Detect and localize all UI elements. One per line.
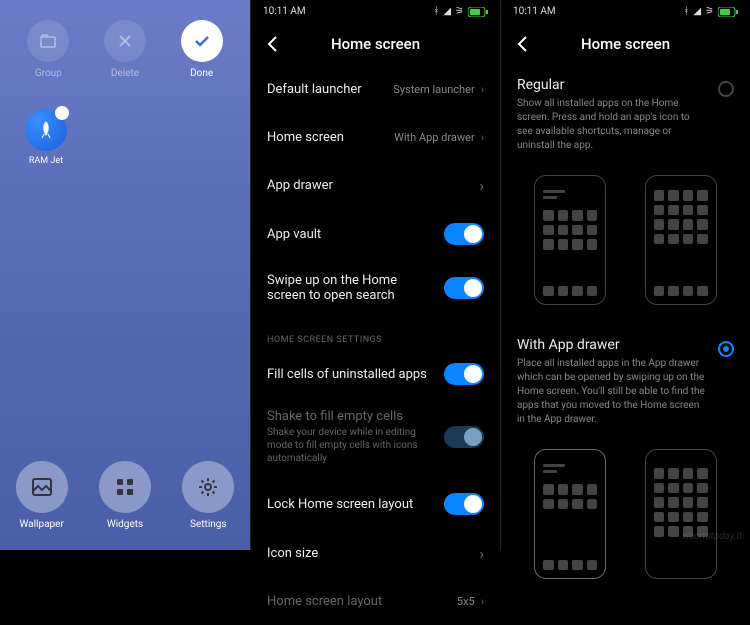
battery-icon — [718, 7, 738, 17]
bluetooth-icon: ᚼ — [433, 6, 439, 17]
back-button[interactable] — [516, 35, 528, 53]
radio-regular[interactable] — [718, 81, 734, 97]
row-lock-layout[interactable]: Lock Home screen layout — [251, 479, 500, 529]
drawer-previews — [501, 439, 750, 599]
section-heading: HOME SCREEN SETTINGS — [251, 317, 500, 349]
row-home-screen[interactable]: Home screen With App drawer› — [251, 113, 500, 161]
chevron-right-icon: › — [481, 595, 484, 608]
toggle-shake — [444, 426, 484, 448]
page-title: Home screen — [331, 35, 420, 53]
app-label: RAM Jet — [29, 156, 63, 166]
status-bar: 10:11 AM ᚼ ◢ ⚞ — [501, 0, 750, 23]
chevron-right-icon: › — [479, 544, 484, 563]
row-swipe-search[interactable]: Swipe up on the Home screen to open sear… — [251, 259, 500, 317]
delete-label: Delete — [111, 68, 139, 79]
settings-label: Settings — [190, 519, 227, 530]
status-time: 10:11 AM — [263, 6, 306, 17]
chevron-right-icon: › — [481, 83, 484, 96]
signal-icon: ◢ — [443, 6, 451, 17]
grid-icon — [115, 477, 135, 497]
done-label: Done — [190, 68, 213, 79]
settings-list-screen: 10:11 AM ᚼ ◢ ⚞ Home screen Default launc… — [250, 0, 500, 550]
row-shake: Shake to fill empty cells Shake your dev… — [251, 399, 500, 479]
radio-app-drawer[interactable] — [718, 341, 734, 357]
toggle-app-vault[interactable] — [444, 223, 484, 245]
wifi-icon: ⚞ — [705, 6, 714, 17]
row-icon-size[interactable]: Icon size › — [251, 529, 500, 577]
status-time: 10:11 AM — [513, 6, 556, 17]
option-app-drawer[interactable]: With App drawer Place all installed apps… — [501, 325, 750, 439]
app-badge-icon — [55, 106, 69, 120]
gear-icon — [197, 476, 219, 498]
home-edit-screen: Group Delete Done RAM Jet Wallpaper Widg… — [0, 0, 250, 550]
app-ramjet[interactable]: RAM Jet — [20, 109, 72, 166]
row-app-vault[interactable]: App vault — [251, 209, 500, 259]
header: Home screen — [501, 23, 750, 65]
status-bar: 10:11 AM ᚼ ◢ ⚞ — [251, 0, 500, 23]
watermark: xiaomitoday.it — [682, 531, 742, 542]
settings-action[interactable]: Settings — [182, 461, 234, 530]
row-app-drawer[interactable]: App drawer › — [251, 161, 500, 209]
wallpaper-action[interactable]: Wallpaper — [16, 461, 68, 530]
wallpaper-label: Wallpaper — [19, 519, 63, 530]
row-layout[interactable]: Home screen layout 5x5› — [251, 577, 500, 625]
toggle-fill-cells[interactable] — [444, 363, 484, 385]
chevron-right-icon: › — [481, 131, 484, 144]
page-title: Home screen — [581, 35, 670, 53]
widgets-label: Widgets — [107, 519, 143, 530]
group-action[interactable]: Group — [27, 20, 69, 79]
check-icon — [194, 34, 210, 48]
home-mode-screen: 10:11 AM ᚼ ◢ ⚞ Home screen Regular Show … — [500, 0, 750, 550]
preview-phone — [645, 175, 717, 305]
rocket-icon — [36, 120, 56, 140]
row-fill-cells[interactable]: Fill cells of uninstalled apps — [251, 349, 500, 399]
bottom-action-bar: Wallpaper Widgets Settings — [0, 461, 250, 530]
preview-phone — [645, 449, 717, 579]
battery-icon — [468, 7, 488, 17]
group-label: Group — [35, 68, 62, 79]
preview-phone — [534, 175, 606, 305]
row-default-launcher[interactable]: Default launcher System launcher› — [251, 65, 500, 113]
chevron-right-icon: › — [479, 176, 484, 195]
done-action[interactable]: Done — [181, 20, 223, 79]
folder-icon — [40, 34, 56, 48]
toggle-swipe-search[interactable] — [444, 277, 484, 299]
wifi-icon: ⚞ — [455, 6, 464, 17]
preview-phone — [534, 449, 606, 579]
signal-icon: ◢ — [693, 6, 701, 17]
option-regular[interactable]: Regular Show all installed apps on the H… — [501, 65, 750, 165]
top-action-bar: Group Delete Done — [0, 0, 250, 89]
back-button[interactable] — [266, 35, 278, 53]
image-icon — [31, 477, 53, 497]
regular-previews — [501, 165, 750, 325]
toggle-lock-layout[interactable] — [444, 493, 484, 515]
delete-action[interactable]: Delete — [104, 20, 146, 79]
header: Home screen — [251, 23, 500, 65]
bluetooth-icon: ᚼ — [683, 6, 689, 17]
x-icon — [118, 34, 132, 48]
widgets-action[interactable]: Widgets — [99, 461, 151, 530]
